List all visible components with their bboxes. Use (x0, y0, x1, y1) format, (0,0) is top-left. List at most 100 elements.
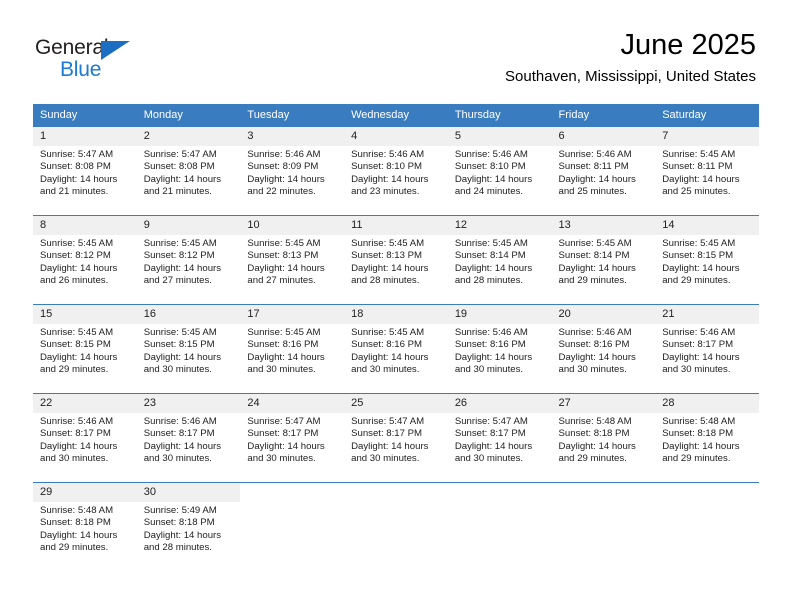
calendar-day-cell[interactable]: 16 Sunrise: 5:45 AM Sunset: 8:15 PM Dayl… (136, 304, 241, 394)
sunrise-text: Sunrise: 5:45 AM (40, 238, 114, 249)
day-number: 11 (344, 216, 448, 235)
day-details: Sunrise: 5:45 AM Sunset: 8:12 PM Dayligh… (137, 235, 241, 287)
daylight-text-line1: Daylight: 14 hours (143, 351, 222, 363)
sunrise-text: Sunrise: 5:45 AM (247, 238, 321, 249)
day-number: 14 (655, 216, 759, 235)
calendar-day-cell[interactable]: 8 Sunrise: 5:45 AM Sunset: 8:12 PM Dayli… (33, 215, 137, 305)
daylight-text-line1: Daylight: 14 hours (247, 440, 325, 452)
sunrise-text: Sunrise: 5:45 AM (351, 327, 425, 338)
day-details: Sunrise: 5:47 AM Sunset: 8:17 PM Dayligh… (344, 413, 448, 465)
weekday-header-sunday: Sunday (33, 104, 137, 127)
weekday-header-tuesday: Tuesday (240, 104, 345, 127)
calendar-day-cell[interactable]: 12 Sunrise: 5:45 AM Sunset: 8:14 PM Dayl… (447, 215, 552, 305)
title-block: June 2025 Southaven, Mississippi, United… (505, 28, 756, 86)
day-number: 24 (240, 394, 345, 413)
calendar-day-cell[interactable]: 6 Sunrise: 5:46 AM Sunset: 8:11 PM Dayli… (551, 126, 656, 216)
calendar-day-cell[interactable]: 25 Sunrise: 5:47 AM Sunset: 8:17 PM Dayl… (344, 393, 448, 483)
calendar-day-cell[interactable]: 13 Sunrise: 5:45 AM Sunset: 8:14 PM Dayl… (551, 215, 656, 305)
calendar-day-cell[interactable]: 9 Sunrise: 5:45 AM Sunset: 8:12 PM Dayli… (136, 215, 241, 305)
daylight-text-line1: Daylight: 14 hours (351, 440, 429, 452)
sunset-text: Sunset: 8:16 PM (351, 339, 423, 351)
day-details: Sunrise: 5:48 AM Sunset: 8:18 PM Dayligh… (655, 413, 759, 465)
day-details: Sunrise: 5:49 AM Sunset: 8:18 PM Dayligh… (137, 502, 241, 554)
daylight-text-line2: and 29 minutes. (40, 363, 109, 375)
calendar-day-cell[interactable]: 3 Sunrise: 5:46 AM Sunset: 8:09 PM Dayli… (240, 126, 345, 216)
calendar-day-cell[interactable]: 2 Sunrise: 5:47 AM Sunset: 8:08 PM Dayli… (136, 126, 241, 216)
daylight-text-line2: and 28 minutes. (351, 274, 420, 286)
day-number: 20 (551, 305, 656, 324)
daylight-text-line2: and 22 minutes. (247, 185, 316, 197)
daylight-text-line1: Daylight: 14 hours (454, 351, 533, 363)
daylight-text-line1: Daylight: 14 hours (558, 351, 636, 363)
sunrise-text: Sunrise: 5:46 AM (662, 327, 736, 338)
calendar-day-cell[interactable]: 29 Sunrise: 5:48 AM Sunset: 8:18 PM Dayl… (33, 482, 137, 571)
calendar-day-cell[interactable]: 24 Sunrise: 5:47 AM Sunset: 8:17 PM Dayl… (240, 393, 345, 483)
day-number: 10 (240, 216, 345, 235)
calendar-day-cell[interactable]: 17 Sunrise: 5:45 AM Sunset: 8:16 PM Dayl… (240, 304, 345, 394)
sunrise-text: Sunrise: 5:45 AM (662, 149, 736, 160)
calendar-day-cell-empty (344, 482, 448, 571)
calendar-day-cell[interactable]: 21 Sunrise: 5:46 AM Sunset: 8:17 PM Dayl… (655, 304, 759, 394)
calendar-day-cell[interactable]: 23 Sunrise: 5:46 AM Sunset: 8:17 PM Dayl… (136, 393, 241, 483)
daylight-text-line1: Daylight: 14 hours (143, 440, 222, 452)
calendar-day-cell[interactable]: 14 Sunrise: 5:45 AM Sunset: 8:15 PM Dayl… (655, 215, 759, 305)
daylight-text-line2: and 28 minutes. (454, 274, 524, 286)
sunrise-text: Sunrise: 5:48 AM (662, 416, 736, 427)
day-details: Sunrise: 5:45 AM Sunset: 8:12 PM Dayligh… (33, 235, 137, 287)
daylight-text-line1: Daylight: 14 hours (662, 173, 740, 185)
day-number: 26 (447, 394, 552, 413)
day-details: Sunrise: 5:46 AM Sunset: 8:17 PM Dayligh… (137, 413, 241, 465)
daylight-text-line1: Daylight: 14 hours (143, 262, 222, 274)
daylight-text-line1: Daylight: 14 hours (558, 262, 636, 274)
daylight-text-line2: and 21 minutes. (40, 185, 109, 197)
daylight-text-line2: and 27 minutes. (143, 274, 212, 286)
calendar-day-cell[interactable]: 19 Sunrise: 5:46 AM Sunset: 8:16 PM Dayl… (447, 304, 552, 394)
daylight-text-line1: Daylight: 14 hours (247, 173, 325, 185)
daylight-text-line1: Daylight: 14 hours (454, 173, 533, 185)
calendar-day-cell[interactable]: 4 Sunrise: 5:46 AM Sunset: 8:10 PM Dayli… (344, 126, 448, 216)
calendar-day-cell[interactable]: 7 Sunrise: 5:45 AM Sunset: 8:11 PM Dayli… (655, 126, 759, 216)
logo-triangle-icon (101, 41, 130, 60)
calendar-day-cell[interactable]: 11 Sunrise: 5:45 AM Sunset: 8:13 PM Dayl… (344, 215, 448, 305)
sunrise-text: Sunrise: 5:47 AM (143, 149, 217, 160)
daylight-text-line2: and 29 minutes. (662, 274, 731, 286)
calendar-day-cell[interactable]: 20 Sunrise: 5:46 AM Sunset: 8:16 PM Dayl… (551, 304, 656, 394)
calendar-day-cell[interactable]: 27 Sunrise: 5:48 AM Sunset: 8:18 PM Dayl… (551, 393, 656, 483)
daylight-text-line2: and 23 minutes. (351, 185, 420, 197)
generalblue-logo[interactable]: General Blue (35, 36, 165, 84)
sunset-text: Sunset: 8:13 PM (247, 250, 319, 262)
day-number: 1 (33, 127, 137, 146)
sunrise-text: Sunrise: 5:46 AM (454, 327, 528, 338)
calendar-day-cell-empty (447, 482, 552, 571)
sunrise-text: Sunrise: 5:45 AM (247, 327, 321, 338)
daylight-text-line1: Daylight: 14 hours (558, 173, 636, 185)
calendar-day-cell[interactable]: 10 Sunrise: 5:45 AM Sunset: 8:13 PM Dayl… (240, 215, 345, 305)
calendar-day-cell[interactable]: 18 Sunrise: 5:45 AM Sunset: 8:16 PM Dayl… (344, 304, 448, 394)
day-number: 17 (240, 305, 345, 324)
daylight-text-line2: and 28 minutes. (143, 541, 212, 553)
sunrise-text: Sunrise: 5:49 AM (143, 505, 217, 516)
calendar-day-cell[interactable]: 15 Sunrise: 5:45 AM Sunset: 8:15 PM Dayl… (33, 304, 137, 394)
calendar-day-cell[interactable]: 5 Sunrise: 5:46 AM Sunset: 8:10 PM Dayli… (447, 126, 552, 216)
calendar-day-cell-empty (240, 482, 345, 571)
daylight-text-line2: and 30 minutes. (351, 452, 420, 464)
sunset-text: Sunset: 8:08 PM (143, 161, 215, 173)
day-details: Sunrise: 5:46 AM Sunset: 8:16 PM Dayligh… (448, 324, 552, 376)
day-number: 21 (655, 305, 759, 324)
day-number: 4 (344, 127, 448, 146)
day-number: 3 (240, 127, 345, 146)
daylight-text-line2: and 30 minutes. (662, 363, 731, 375)
calendar-day-cell[interactable]: 28 Sunrise: 5:48 AM Sunset: 8:18 PM Dayl… (655, 393, 759, 483)
calendar-day-cell[interactable]: 22 Sunrise: 5:46 AM Sunset: 8:17 PM Dayl… (33, 393, 137, 483)
sunrise-text: Sunrise: 5:45 AM (351, 238, 425, 249)
sunset-text: Sunset: 8:13 PM (351, 250, 423, 262)
daylight-text-line2: and 25 minutes. (662, 185, 731, 197)
calendar-day-cell[interactable]: 26 Sunrise: 5:47 AM Sunset: 8:17 PM Dayl… (447, 393, 552, 483)
calendar-day-cell[interactable]: 30 Sunrise: 5:49 AM Sunset: 8:18 PM Dayl… (136, 482, 241, 571)
sunset-text: Sunset: 8:18 PM (662, 428, 734, 440)
day-details: Sunrise: 5:46 AM Sunset: 8:11 PM Dayligh… (552, 146, 656, 198)
calendar-day-cell[interactable]: 1 Sunrise: 5:47 AM Sunset: 8:08 PM Dayli… (33, 126, 137, 216)
sunset-text: Sunset: 8:17 PM (40, 428, 111, 440)
daylight-text-line2: and 26 minutes. (40, 274, 109, 286)
sunrise-text: Sunrise: 5:47 AM (351, 416, 425, 427)
